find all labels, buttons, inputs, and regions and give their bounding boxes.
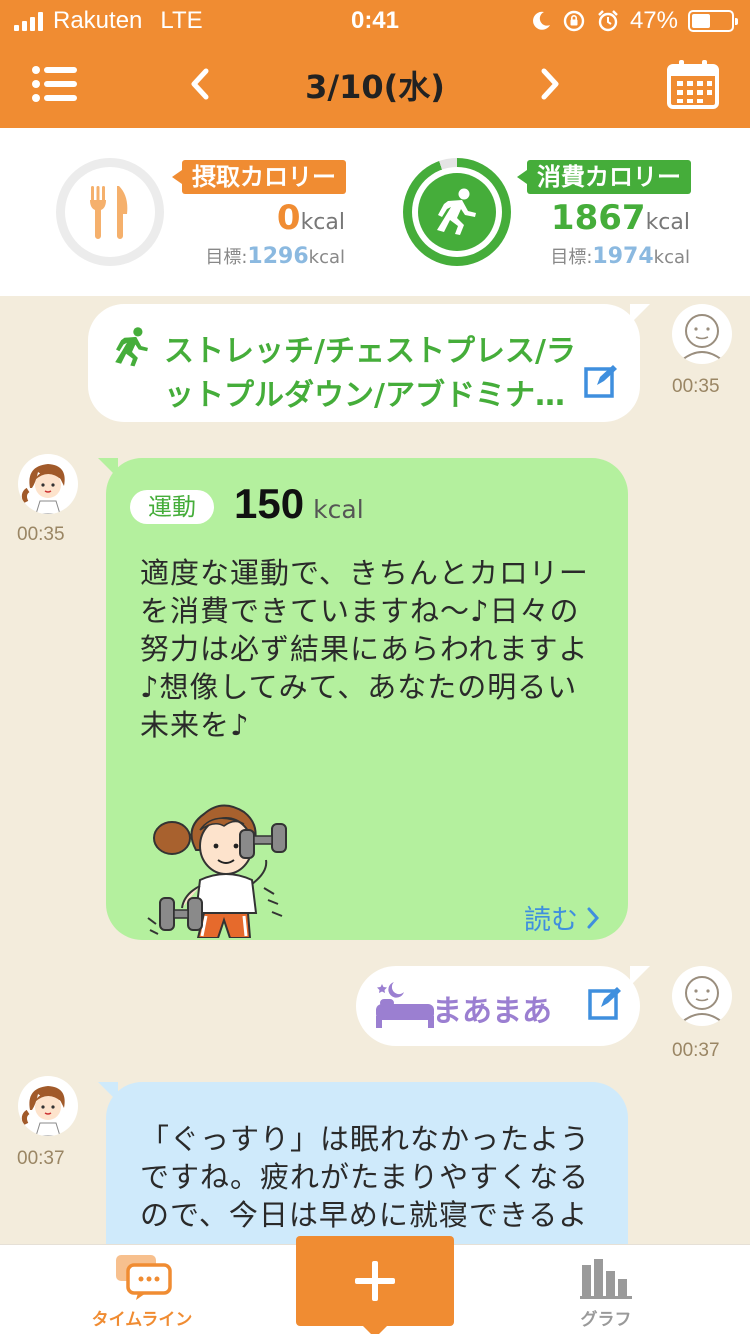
exercise-message-line: を消費できていますね〜♪日々の bbox=[140, 594, 580, 628]
exercise-kcal-line: 150 kcal bbox=[234, 480, 364, 528]
timeline[interactable]: ストレッチ/チェストプレス/ラ ットプルダウン/アブドミナ… 00:35 00:… bbox=[0, 296, 750, 1244]
chevron-right-icon bbox=[587, 907, 600, 928]
burned-ring bbox=[403, 158, 511, 266]
tab-timeline-label: タイムライン bbox=[91, 1310, 193, 1330]
bed-moon-icon bbox=[376, 982, 434, 1028]
fork-knife-icon bbox=[90, 186, 128, 239]
calendar-button[interactable] bbox=[660, 40, 726, 128]
advisor-avatar bbox=[18, 1076, 78, 1136]
sleep-edit-button[interactable] bbox=[588, 986, 626, 1024]
intake-goal: 目標:1296kcal bbox=[205, 243, 345, 269]
burned-label: 消費カロリー bbox=[517, 160, 691, 194]
battery-icon bbox=[688, 10, 738, 32]
calendar-icon bbox=[667, 60, 719, 109]
exercise-message-line: 努力は必ず結果にあらわれますよ bbox=[140, 632, 589, 666]
battery-fill bbox=[692, 14, 710, 28]
status-icons: 47% bbox=[530, 7, 738, 35]
burned-value: 1867 bbox=[550, 198, 646, 238]
advisor-icon bbox=[21, 1086, 65, 1136]
tab-graph[interactable]: グラフ bbox=[506, 1245, 706, 1334]
advisor-avatar bbox=[18, 454, 78, 514]
exercise-message-line: ♪想像してみて、あなたの明るい bbox=[140, 670, 578, 704]
sleep-message-line: ので、今日は早めに就寝できるよ bbox=[140, 1198, 589, 1232]
edit-icon bbox=[584, 365, 617, 398]
exercise-kcal-unit: kcal bbox=[313, 495, 364, 524]
sleep-reply-bubble[interactable]: 「ぐっすり」は眠れなかったよう ですね。疲れがたまりやすくなる ので、今日は早め… bbox=[98, 1082, 628, 1244]
burned-panel[interactable]: 消費カロリー 1867kcal 目標:1974kcal bbox=[375, 128, 750, 296]
sleep-reply-time: 00:37 bbox=[17, 1148, 65, 1169]
intake-unit: kcal bbox=[300, 210, 345, 235]
sleep-entry-bubble[interactable]: まあまあ bbox=[356, 966, 650, 1046]
chevron-right-icon bbox=[541, 68, 559, 100]
intake-value: 0 bbox=[276, 198, 301, 238]
exercise-edit-button[interactable] bbox=[584, 364, 622, 402]
sleep-entry-label: まあまあ bbox=[432, 994, 552, 1029]
next-day-button[interactable] bbox=[520, 40, 580, 128]
chat-bubble-icon bbox=[116, 1255, 172, 1300]
intake-panel[interactable]: 摂取カロリー 0kcal 目標:1296kcal bbox=[0, 128, 375, 296]
menu-button[interactable] bbox=[20, 40, 90, 128]
edit-icon bbox=[588, 987, 621, 1020]
burned-goal: 目標:1974kcal bbox=[550, 243, 690, 269]
exercise-reply-time: 00:35 bbox=[17, 524, 65, 545]
sleep-message-line: 「ぐっすり」は眠れなかったよう bbox=[140, 1122, 591, 1156]
running-icon bbox=[437, 188, 476, 235]
exercise-entry-text-2: ットプルダウン/アブドミナ… bbox=[164, 378, 565, 413]
exercise-entry-time: 00:35 bbox=[672, 376, 720, 397]
burned-unit: kcal bbox=[645, 210, 690, 235]
read-more-link[interactable]: 読む bbox=[524, 898, 600, 937]
current-date: 3/10(水) bbox=[305, 68, 445, 106]
status-bar: Rakuten LTE 0:41 47% bbox=[0, 0, 750, 40]
chevron-left-icon bbox=[191, 68, 209, 100]
intake-label: 摂取カロリー bbox=[172, 160, 346, 194]
user-avatar[interactable] bbox=[672, 304, 732, 364]
sleep-entry-time: 00:37 bbox=[672, 1040, 720, 1061]
exercise-reply-bubble[interactable]: 運動 150 kcal 適度な運動で、きちんとカロリー を消費できていますね〜♪… bbox=[98, 458, 628, 940]
sleep-message-line: ですね。疲れがたまりやすくなる bbox=[140, 1160, 590, 1194]
menu-icon bbox=[32, 66, 77, 102]
sleep-message: 「ぐっすり」は眠れなかったよう ですね。疲れがたまりやすくなる ので、今日は早め… bbox=[140, 1120, 610, 1234]
calorie-summary: 摂取カロリー 0kcal 目標:1296kcal 消費カロリー 1867kcal… bbox=[0, 128, 750, 296]
user-avatar[interactable] bbox=[672, 966, 732, 1026]
read-more-label: 読む bbox=[524, 905, 578, 936]
burned-goal-prefix: 目標: bbox=[550, 247, 593, 268]
user-face-icon bbox=[681, 976, 723, 1023]
moon-icon bbox=[533, 11, 550, 30]
exercise-entry-text-1: ストレッチ/チェストプレス/ラ bbox=[164, 334, 576, 369]
tab-graph-label: グラフ bbox=[580, 1310, 632, 1330]
dumbbell-girl-illustration bbox=[147, 804, 287, 938]
burned-goal-unit: kcal bbox=[653, 247, 690, 268]
add-record-button[interactable] bbox=[296, 1236, 454, 1334]
alarm-icon bbox=[598, 10, 618, 32]
user-face-icon bbox=[681, 314, 723, 361]
intake-goal-prefix: 目標: bbox=[205, 247, 248, 268]
burned-value-line: 1867kcal bbox=[551, 198, 690, 238]
advisor-icon bbox=[21, 464, 65, 514]
header: 3/10(水) bbox=[0, 40, 750, 128]
battery-percent: 47% bbox=[629, 7, 678, 34]
exercise-message-line: 未来を♪ bbox=[140, 708, 250, 742]
prev-day-button[interactable] bbox=[170, 40, 230, 128]
burned-goal-value: 1974 bbox=[592, 244, 654, 269]
exercise-kcal-value: 150 bbox=[234, 480, 305, 527]
exercise-tag: 運動 bbox=[130, 490, 214, 524]
rotation-lock-icon bbox=[563, 10, 585, 32]
exercise-message-line: 適度な運動で、きちんとカロリー bbox=[140, 556, 589, 590]
plus-icon bbox=[355, 1261, 395, 1301]
intake-goal-value: 1296 bbox=[247, 244, 309, 269]
bar-chart-icon bbox=[580, 1259, 632, 1299]
exercise-message: 適度な運動で、きちんとカロリー を消費できていますね〜♪日々の 努力は必ず結果に… bbox=[140, 554, 610, 744]
running-icon bbox=[115, 327, 148, 367]
exercise-entry-bubble[interactable]: ストレッチ/チェストプレス/ラ ットプルダウン/アブドミナ… bbox=[88, 304, 650, 422]
intake-value-line: 0kcal bbox=[277, 198, 345, 238]
tab-timeline[interactable]: タイムライン bbox=[42, 1245, 242, 1334]
intake-ring bbox=[56, 158, 164, 266]
intake-goal-unit: kcal bbox=[308, 247, 345, 268]
